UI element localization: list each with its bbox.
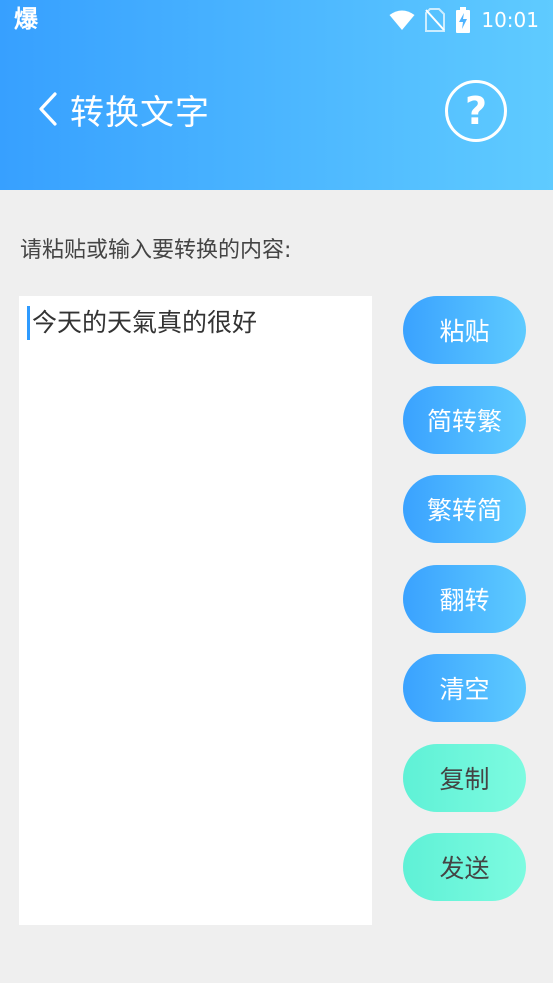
editor-text: 今天的天氣真的很好 — [32, 308, 258, 337]
input-prompt: 请粘贴或输入要转换的内容: — [20, 238, 292, 263]
to-traditional-button[interactable]: 简转繁 — [403, 386, 526, 454]
status-bar: 爆 10:01 — [0, 0, 553, 40]
to-simplified-button[interactable]: 繁转简 — [403, 475, 526, 543]
paste-button[interactable]: 粘贴 — [403, 296, 526, 364]
no-sim-icon — [425, 8, 446, 32]
clear-button[interactable]: 清空 — [403, 654, 526, 722]
editor-content[interactable]: 今天的天氣真的很好 — [27, 306, 372, 340]
help-glyph: ? — [464, 89, 488, 133]
title-row: 转换文字 — [30, 80, 210, 138]
text-caret — [27, 306, 30, 340]
copy-button[interactable]: 复制 — [403, 744, 526, 812]
question-circle-icon[interactable]: ? — [445, 80, 507, 142]
battery-charging-icon — [455, 7, 471, 33]
send-button[interactable]: 发送 — [403, 833, 526, 901]
app-badge: 爆 — [14, 5, 38, 33]
app-header: 爆 10:01 转换文字 ? — [0, 0, 553, 190]
reverse-button[interactable]: 翻转 — [403, 565, 526, 633]
wifi-icon — [389, 9, 415, 31]
text-editor[interactable]: 今天的天氣真的很好 — [19, 296, 372, 925]
page-title: 转换文字 — [70, 92, 210, 133]
chevron-left-icon[interactable] — [30, 80, 66, 138]
status-right: 10:01 — [389, 6, 539, 34]
status-time: 10:01 — [481, 8, 539, 32]
